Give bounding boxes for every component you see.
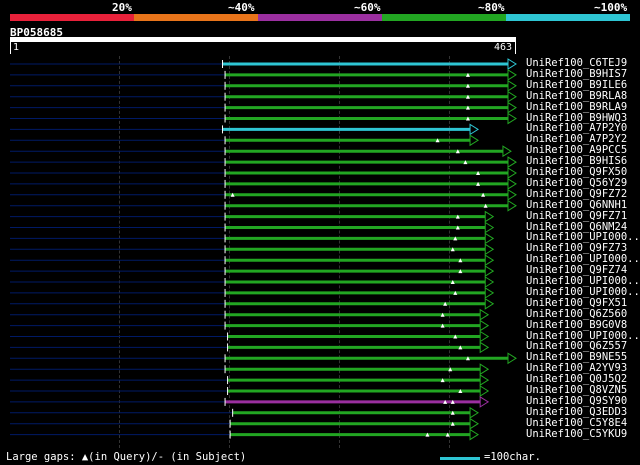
hit-end-arrow	[507, 156, 517, 169]
hit-row[interactable]	[10, 123, 479, 136]
hit-row[interactable]	[10, 417, 479, 430]
hit-row[interactable]	[10, 68, 517, 81]
hit-row[interactable]	[10, 395, 490, 408]
hit-end-arrow	[479, 363, 490, 376]
hit-row[interactable]	[10, 319, 490, 332]
scale-label: =100char.	[484, 451, 541, 463]
hit-end-arrow	[469, 123, 479, 136]
hit-row[interactable]	[10, 167, 517, 179]
hit-row[interactable]	[10, 112, 517, 125]
hit-row[interactable]	[10, 156, 517, 169]
hit-row[interactable]	[10, 177, 517, 190]
hit-end-arrow	[479, 330, 490, 343]
hit-row[interactable]	[10, 428, 479, 441]
hit-row[interactable]	[10, 134, 479, 147]
hit-end-arrow	[484, 232, 495, 245]
hit-end-arrow	[502, 145, 512, 158]
scale-bar	[440, 457, 480, 460]
hit-row[interactable]	[10, 79, 517, 92]
hit-row[interactable]	[10, 308, 490, 321]
hit-row[interactable]	[10, 297, 495, 310]
hit-end-arrow	[479, 341, 490, 354]
hit-row[interactable]	[10, 188, 517, 201]
hit-end-arrow	[469, 428, 479, 441]
hit-row[interactable]	[10, 232, 495, 245]
hit-end-arrow	[507, 188, 517, 201]
alignment-overview: 20% ~40% ~60% ~80% ~100% BP058685 1 463 …	[0, 0, 640, 465]
hit-end-arrow	[507, 352, 517, 365]
hit-end-arrow	[507, 79, 517, 92]
hit-end-arrow	[469, 406, 479, 419]
hit-row[interactable]	[10, 341, 490, 354]
hit-end-arrow	[507, 68, 517, 81]
hit-row[interactable]	[10, 374, 490, 387]
hit-end-arrow	[484, 297, 495, 310]
hit-end-arrow	[479, 395, 490, 408]
hit-row[interactable]	[10, 58, 517, 70]
hit-end-arrow	[484, 221, 495, 234]
hit-end-arrow	[469, 134, 479, 147]
hit-row[interactable]	[10, 199, 517, 212]
hit-end-arrow	[479, 308, 490, 321]
hit-row[interactable]	[10, 363, 490, 376]
hit-end-arrow	[479, 385, 490, 397]
hit-end-arrow	[484, 210, 495, 223]
hit-end-arrow	[507, 101, 517, 114]
hit-row[interactable]	[10, 276, 495, 288]
hit-row[interactable]	[10, 221, 495, 234]
hit-end-arrow	[479, 319, 490, 332]
gap-legend: Large gaps: ▲(in Query)/- (in Subject)	[6, 451, 247, 463]
hit-name-link[interactable]: UniRef100_B9RLA9	[526, 101, 627, 113]
hit-row[interactable]	[10, 145, 512, 158]
hit-end-arrow	[484, 286, 495, 299]
hit-row[interactable]	[10, 352, 517, 365]
hit-name-link[interactable]: UniRef100_Q9FZ71	[526, 210, 627, 222]
hit-end-arrow	[469, 417, 479, 430]
hit-row[interactable]	[10, 254, 495, 267]
hit-end-arrow	[484, 254, 495, 267]
hit-row[interactable]	[10, 330, 490, 343]
hit-row[interactable]	[10, 385, 490, 397]
hit-end-arrow	[479, 374, 490, 387]
hit-row[interactable]	[10, 101, 517, 114]
hit-end-arrow	[507, 90, 517, 103]
hit-row[interactable]	[10, 406, 479, 419]
hit-name-link[interactable]: UniRef100_B9G0V8	[526, 319, 627, 331]
hit-end-arrow	[507, 177, 517, 190]
hit-end-arrow	[484, 243, 495, 256]
hit-row[interactable]	[10, 286, 495, 299]
hit-row[interactable]	[10, 265, 495, 278]
hit-end-arrow	[507, 112, 517, 125]
hit-row[interactable]	[10, 243, 495, 256]
hit-end-arrow	[507, 167, 517, 179]
hit-end-arrow	[507, 58, 517, 70]
hit-name-link[interactable]: UniRef100_C5YKU9	[526, 428, 627, 440]
hit-row[interactable]	[10, 210, 495, 223]
hit-end-arrow	[484, 276, 495, 288]
hit-end-arrow	[484, 265, 495, 278]
hit-row[interactable]	[10, 90, 517, 103]
hit-end-arrow	[507, 199, 517, 212]
